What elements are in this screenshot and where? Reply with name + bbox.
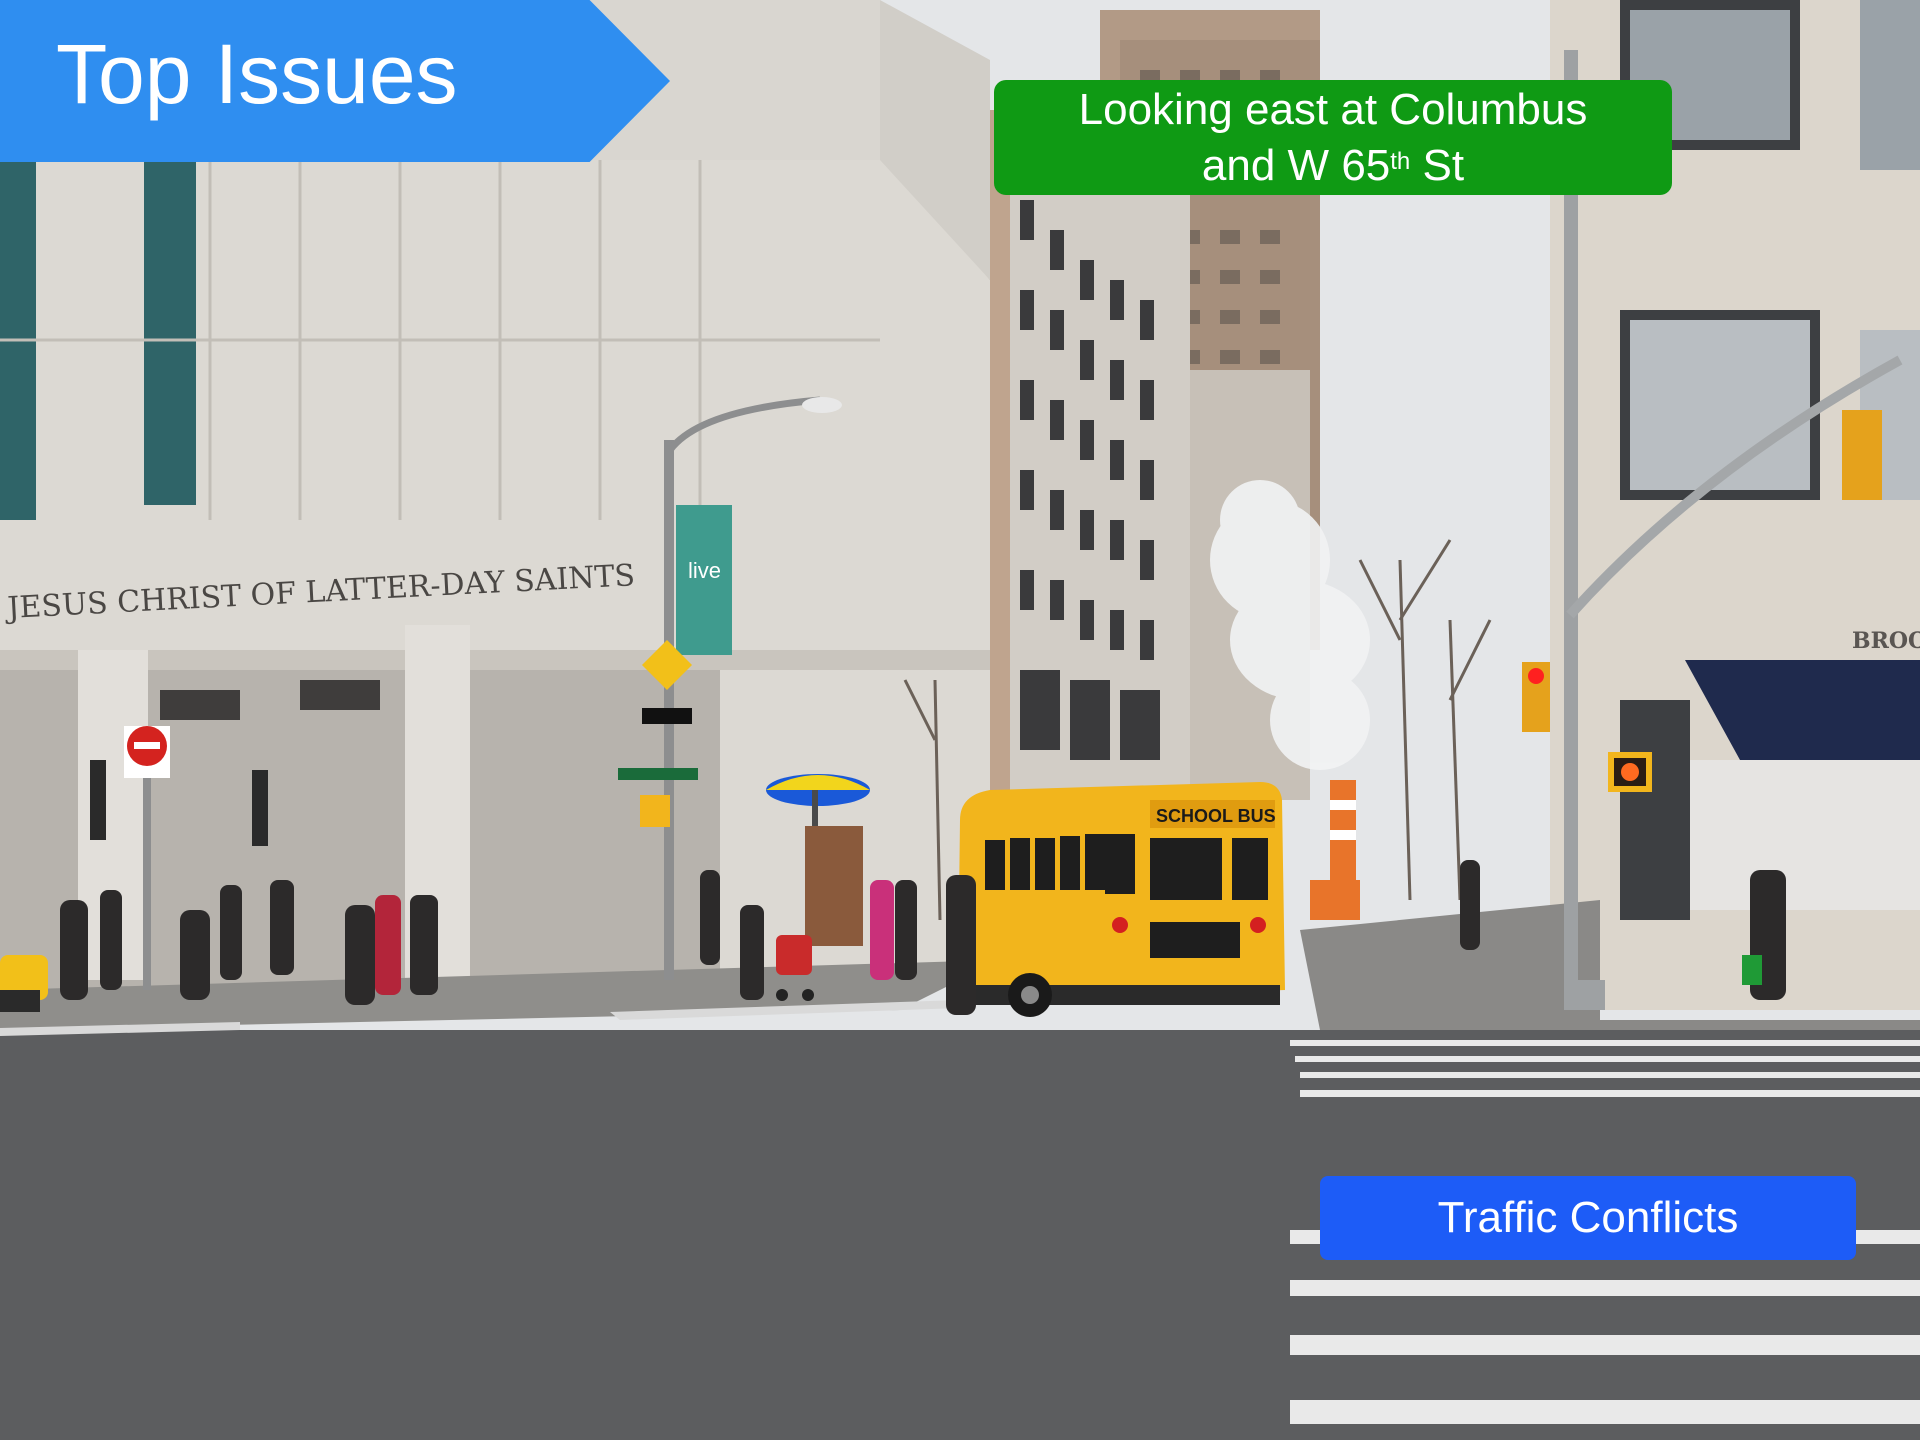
- location-line-2: and W 65th St: [1201, 140, 1465, 190]
- pedestrian-signal: [640, 795, 670, 827]
- slide-title: Top Issues: [56, 27, 458, 121]
- stained-glass-window: [144, 160, 196, 505]
- school-bus: SCHOOL BUS: [958, 782, 1285, 1017]
- bus-sign: SCHOOL BUS: [1156, 806, 1276, 826]
- location-line-1: Looking east at Columbus: [1078, 84, 1588, 134]
- location-label: Looking east at Columbus and W 65th St: [994, 80, 1672, 195]
- street-name-sign: [618, 768, 698, 780]
- traffic-light: [1842, 410, 1882, 500]
- store-sign: BROOK: [1852, 628, 1920, 654]
- svg-text:live: live: [688, 558, 721, 583]
- one-way-sign: [642, 708, 692, 724]
- store-window: [1690, 760, 1920, 910]
- issue-label: Traffic Conflicts: [1320, 1176, 1856, 1260]
